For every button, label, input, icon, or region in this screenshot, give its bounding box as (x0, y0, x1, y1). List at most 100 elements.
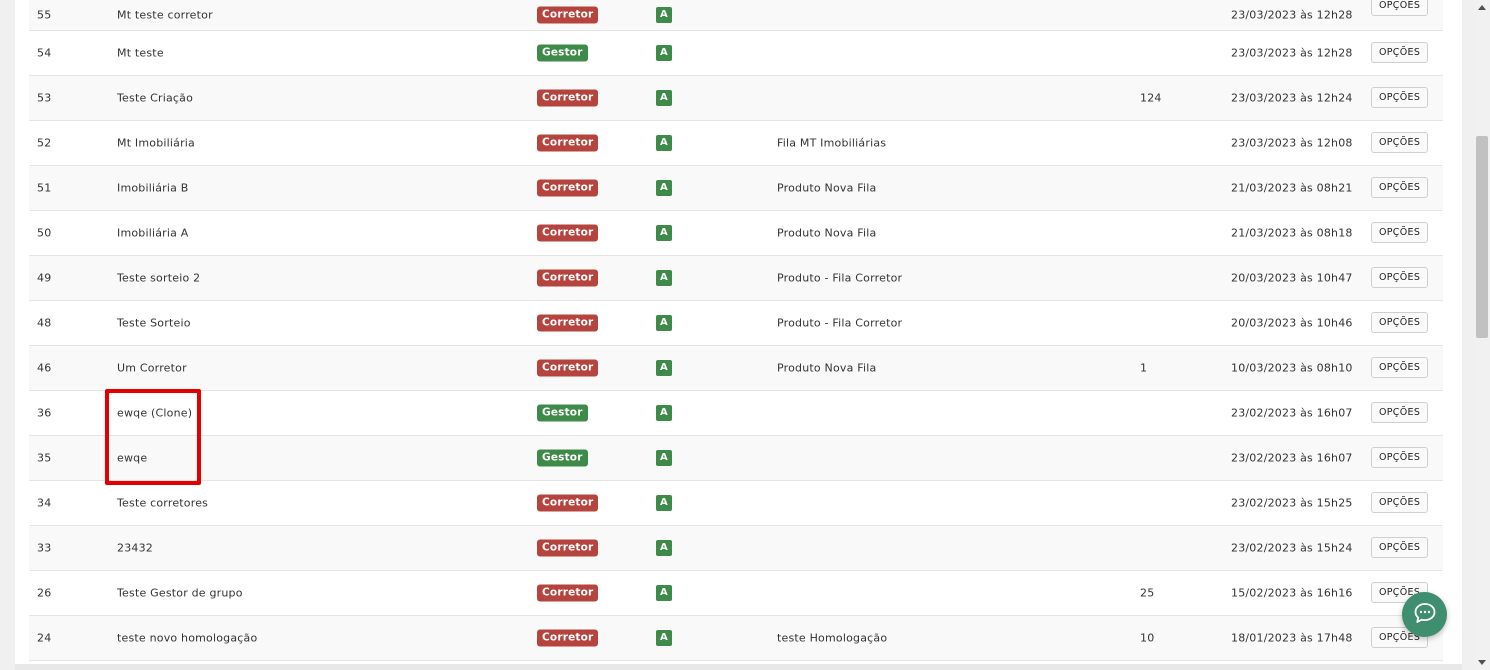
options-button[interactable]: OPÇÕES (1371, 312, 1429, 333)
row-count: 124 (1140, 91, 1162, 105)
row-id: 36 (37, 406, 52, 420)
role-badge-label: Corretor (537, 359, 599, 377)
scroll-down-arrow-icon[interactable] (1478, 660, 1486, 665)
role-badge: Corretor (537, 134, 599, 152)
status-badge: A (656, 135, 672, 151)
row-id: 53 (37, 91, 52, 105)
row-date: 10/03/2023 às 08h10 (1231, 361, 1353, 375)
role-badge-label: Corretor (537, 134, 599, 152)
role-badge: Corretor (537, 539, 599, 557)
row-id: 49 (37, 271, 52, 285)
status-badge-label: A (656, 90, 672, 106)
row-name: Mt Imobiliária (117, 136, 196, 150)
status-badge-label: A (656, 630, 672, 646)
table-row: 33 23432 Corretor A 23/02/2023 às 15h24 OPÇÕE… (29, 526, 1443, 571)
row-id: 48 (37, 316, 52, 330)
options-button[interactable]: OPÇÕES (1371, 447, 1429, 468)
status-badge: A (656, 6, 672, 23)
row-id: 35 (37, 451, 52, 465)
row-date: 21/03/2023 às 08h18 (1231, 226, 1353, 240)
status-badge: A (656, 405, 672, 421)
annotation-highlight-box (105, 389, 201, 485)
status-badge: A (656, 585, 672, 601)
options-button[interactable]: OPÇÕES (1371, 177, 1429, 198)
scroll-thumb[interactable] (1476, 136, 1488, 338)
role-badge: Corretor (537, 6, 599, 23)
role-badge-label: Gestor (537, 44, 588, 62)
row-date: 15/02/2023 às 16h16 (1231, 586, 1353, 600)
options-button[interactable]: OPÇÕES (1371, 267, 1429, 288)
status-badge: A (656, 315, 672, 331)
status-badge: A (656, 45, 672, 61)
row-count: 10 (1140, 631, 1155, 645)
status-badge: A (656, 630, 672, 646)
row-date: 23/02/2023 às 15h24 (1231, 541, 1353, 555)
role-badge-label: Gestor (537, 404, 588, 422)
table-row: 52 Mt Imobiliária Corretor A Fila MT Imobili… (29, 121, 1443, 166)
users-table-panel: 55 Mt teste corretor Corretor A 23/03/2023 à… (15, 0, 1462, 670)
row-queue: Produto - Fila Corretor (777, 316, 903, 330)
role-badge-label: Corretor (537, 629, 599, 647)
table-row: 26 Teste Gestor de grupo Corretor A 25 15/02/… (29, 571, 1443, 616)
row-count: 1 (1140, 361, 1148, 375)
row-date: 23/03/2023 às 12h28 (1231, 46, 1353, 60)
table-row: 55 Mt teste corretor Corretor A 23/03/2023 à… (29, 0, 1443, 31)
options-button[interactable]: OPÇÕES (1371, 222, 1429, 243)
options-button[interactable]: OPÇÕES (1371, 537, 1429, 558)
options-button[interactable]: OPÇÕES (1371, 357, 1429, 378)
options-button[interactable]: OPÇÕES (1371, 87, 1429, 108)
role-badge-label: Corretor (537, 224, 599, 242)
options-button[interactable]: OPÇÕES (1371, 132, 1429, 153)
status-badge: A (656, 360, 672, 376)
row-date: 20/03/2023 às 10h47 (1231, 271, 1353, 285)
status-badge-label: A (656, 315, 672, 331)
row-date: 18/01/2023 às 17h48 (1231, 631, 1353, 645)
table-row: 49 Teste sorteio 2 Corretor A Produto - Fila… (29, 256, 1443, 301)
status-badge-label: A (656, 405, 672, 421)
row-name: Teste sorteio 2 (117, 271, 201, 285)
row-id: 54 (37, 46, 52, 60)
row-name: Imobiliária B (117, 181, 189, 195)
role-badge-label: Corretor (537, 6, 599, 23)
row-name: Teste corretores (117, 496, 209, 510)
status-badge-label: A (656, 450, 672, 466)
status-badge-label: A (656, 360, 672, 376)
row-date: 23/03/2023 às 12h24 (1231, 91, 1353, 105)
row-id: 46 (37, 361, 52, 375)
scroll-up-arrow-icon[interactable] (1478, 5, 1486, 10)
vertical-scrollbar[interactable] (1474, 0, 1490, 670)
status-badge-label: A (656, 495, 672, 511)
row-name: 23432 (117, 541, 153, 555)
role-badge-label: Corretor (537, 584, 599, 602)
row-id: 52 (37, 136, 52, 150)
row-name: Teste Sorteio (117, 316, 191, 330)
table-row: 50 Imobiliária A Corretor A Produto Nova Fil… (29, 211, 1443, 256)
row-name: teste novo homologação (117, 631, 258, 645)
table-row: 34 Teste corretores Corretor A 23/02/2023 às… (29, 481, 1443, 526)
row-id: 55 (37, 8, 52, 21)
row-date: 23/02/2023 às 16h07 (1231, 406, 1353, 420)
role-badge-label: Corretor (537, 89, 599, 107)
status-badge-label: A (656, 225, 672, 241)
role-badge-label: Corretor (537, 269, 599, 287)
role-badge-label: Corretor (537, 314, 599, 332)
row-queue: Fila MT Imobiliárias (777, 136, 887, 150)
chat-button[interactable] (1402, 592, 1447, 637)
row-queue: Produto Nova Fila (777, 226, 877, 240)
options-button[interactable]: OPÇÕES (1371, 42, 1429, 63)
options-button[interactable]: OPÇÕES (1371, 0, 1429, 16)
table-bottom-edge (15, 664, 1462, 670)
status-badge: A (656, 225, 672, 241)
row-queue: Produto Nova Fila (777, 361, 877, 375)
status-badge: A (656, 90, 672, 106)
role-badge: Corretor (537, 314, 599, 332)
role-badge: Corretor (537, 494, 599, 512)
options-button[interactable]: OPÇÕES (1371, 492, 1429, 513)
options-button[interactable]: OPÇÕES (1371, 402, 1429, 423)
row-date: 21/03/2023 às 08h21 (1231, 181, 1353, 195)
status-badge: A (656, 180, 672, 196)
chat-bubble-icon (1413, 601, 1437, 629)
role-badge: Gestor (537, 449, 588, 467)
row-queue: teste Homologação (777, 631, 888, 645)
row-date: 23/02/2023 às 16h07 (1231, 451, 1353, 465)
